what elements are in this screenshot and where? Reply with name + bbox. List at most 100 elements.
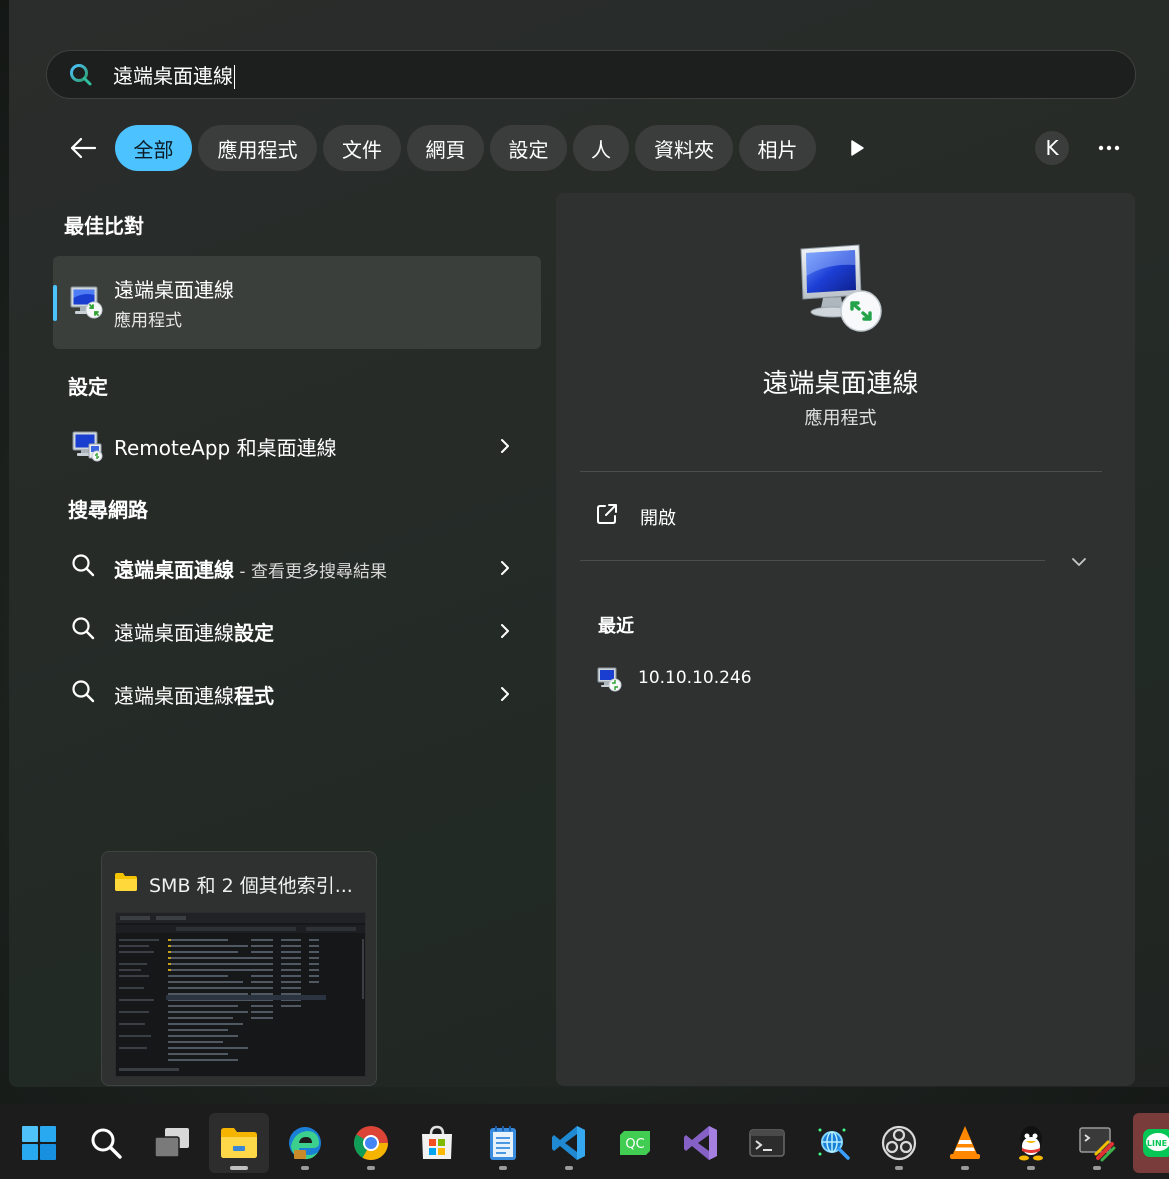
running-indicator xyxy=(1093,1166,1101,1170)
chevron-right-icon xyxy=(495,619,515,643)
tab-folders[interactable]: 資料夾 xyxy=(635,125,733,171)
best-match-heading: 最佳比對 xyxy=(64,214,144,238)
web-search-text: 遠端桌面連線 - 查看更多搜尋結果 xyxy=(114,554,387,583)
indexing-preview-card[interactable]: SMB 和 2 個其他索引... xyxy=(101,851,377,1086)
tab-photos[interactable]: 相片 xyxy=(739,125,816,171)
web-search-suffix: - 查看更多搜尋結果 xyxy=(234,562,387,582)
qq-button[interactable] xyxy=(1001,1113,1061,1173)
obs-button[interactable] xyxy=(869,1113,929,1173)
more-filters-button[interactable] xyxy=(844,135,870,161)
svg-text:LINE: LINE xyxy=(1147,1139,1167,1148)
running-indicator xyxy=(895,1166,903,1170)
recent-item-label: 10.10.10.246 xyxy=(638,668,752,688)
microsoft-store-button[interactable] xyxy=(407,1113,467,1173)
running-indicator xyxy=(565,1166,573,1170)
terminal-icon xyxy=(749,1129,785,1157)
svg-text:QC: QC xyxy=(625,1137,644,1152)
best-match-item[interactable]: 遠端桌面連線 應用程式 xyxy=(53,256,541,349)
more-options-button[interactable] xyxy=(1094,131,1124,165)
edge-icon xyxy=(289,1127,321,1160)
web-search-item[interactable]: 遠端桌面連線 - 查看更多搜尋結果 xyxy=(53,540,541,596)
network-tool-button[interactable] xyxy=(803,1113,863,1173)
web-search-item[interactable]: 遠端桌面連線程式 xyxy=(53,666,541,722)
visual-studio-icon xyxy=(684,1126,717,1160)
line-button[interactable]: LINE xyxy=(1133,1113,1169,1173)
chevron-down-icon xyxy=(1072,558,1086,566)
settings-item-remoteapp[interactable]: RemoteApp 和桌面連線 xyxy=(53,418,541,474)
chrome-button[interactable] xyxy=(341,1113,401,1173)
qq-icon xyxy=(1019,1126,1043,1161)
notepad-icon xyxy=(490,1126,516,1160)
running-indicator xyxy=(961,1166,969,1170)
tab-all[interactable]: 全部 xyxy=(115,125,192,171)
web-search-text: 遠端桌面連線程式 xyxy=(114,680,274,709)
running-indicator xyxy=(301,1166,309,1170)
text-caret xyxy=(234,65,235,90)
divider xyxy=(580,471,1102,472)
web-search-heading: 搜尋網路 xyxy=(68,498,148,522)
play-icon xyxy=(851,140,864,156)
web-search-item[interactable]: 遠端桌面連線設定 xyxy=(53,603,541,659)
settings-heading: 設定 xyxy=(68,375,108,399)
tab-settings[interactable]: 設定 xyxy=(490,125,567,171)
search-icon xyxy=(71,615,97,647)
file-explorer-button[interactable] xyxy=(209,1113,269,1173)
vscode-button[interactable] xyxy=(539,1113,599,1173)
file-explorer-icon xyxy=(221,1128,257,1158)
folder-icon xyxy=(114,872,138,896)
chevron-right-icon xyxy=(495,434,515,458)
recent-heading: 最近 xyxy=(598,616,634,637)
account-avatar[interactable]: K xyxy=(1035,131,1069,165)
remote-desktop-icon xyxy=(68,284,104,324)
visual-studio-button[interactable] xyxy=(671,1113,731,1173)
task-view-button[interactable] xyxy=(142,1113,202,1173)
details-app-type: 應用程式 xyxy=(804,408,877,429)
running-indicator xyxy=(499,1166,507,1170)
best-match-title: 遠端桌面連線 xyxy=(114,278,234,302)
web-search-query: 遠端桌面連線 xyxy=(114,621,234,645)
open-label: 開啟 xyxy=(640,508,676,529)
expand-button[interactable] xyxy=(1068,551,1090,573)
remoteapp-icon xyxy=(71,430,105,466)
remote-desktop-tool-button[interactable] xyxy=(1067,1113,1127,1173)
network-tool-icon xyxy=(818,1128,850,1160)
running-indicator xyxy=(1027,1166,1035,1170)
windows-start-icon xyxy=(22,1126,56,1160)
search-input[interactable]: 遠端桌面連線 xyxy=(113,60,235,90)
task-view-icon xyxy=(154,1128,189,1158)
terminal-button[interactable] xyxy=(737,1113,797,1173)
open-action[interactable]: 開啟 xyxy=(596,501,996,531)
taskbar: QC LINE xyxy=(0,1104,1169,1179)
tab-people[interactable]: 人 xyxy=(573,125,629,171)
open-external-icon xyxy=(596,503,618,529)
settings-item-label: RemoteApp 和桌面連線 xyxy=(114,436,337,460)
tab-web[interactable]: 網頁 xyxy=(407,125,484,171)
tab-documents[interactable]: 文件 xyxy=(323,125,401,171)
web-search-text: 遠端桌面連線設定 xyxy=(114,617,274,646)
tab-apps[interactable]: 應用程式 xyxy=(198,125,317,171)
running-indicator xyxy=(230,1166,248,1170)
chevron-right-icon xyxy=(495,556,515,580)
obs-icon xyxy=(881,1125,917,1161)
ellipsis-icon xyxy=(1098,145,1120,151)
window-thumbnail xyxy=(115,912,366,1077)
taskbar-search-button[interactable] xyxy=(76,1113,136,1173)
back-button[interactable] xyxy=(66,131,100,165)
search-box[interactable]: 遠端桌面連線 xyxy=(46,50,1136,99)
qc-button[interactable]: QC xyxy=(605,1113,665,1173)
recent-item[interactable]: 10.10.10.246 xyxy=(596,664,996,694)
edge-button[interactable] xyxy=(275,1113,335,1173)
web-search-completion: 設定 xyxy=(234,621,274,645)
vlc-button[interactable] xyxy=(935,1113,995,1173)
web-search-query: 遠端桌面連線 xyxy=(114,558,234,582)
remote-desktop-icon xyxy=(596,666,622,696)
web-search-completion: 程式 xyxy=(234,684,274,708)
selection-indicator xyxy=(53,285,57,321)
search-icon xyxy=(71,678,97,710)
search-icon xyxy=(67,61,95,89)
details-pane: 遠端桌面連線 應用程式 開啟 最近 10.10.10.246 xyxy=(556,193,1135,1086)
qc-icon: QC xyxy=(620,1131,650,1155)
search-panel: 遠端桌面連線 全部 應用程式 文件 網頁 設定 人 資料夾 相片 K 最佳比對 xyxy=(9,0,1169,1087)
start-button[interactable] xyxy=(9,1113,69,1173)
notepad-button[interactable] xyxy=(473,1113,533,1173)
